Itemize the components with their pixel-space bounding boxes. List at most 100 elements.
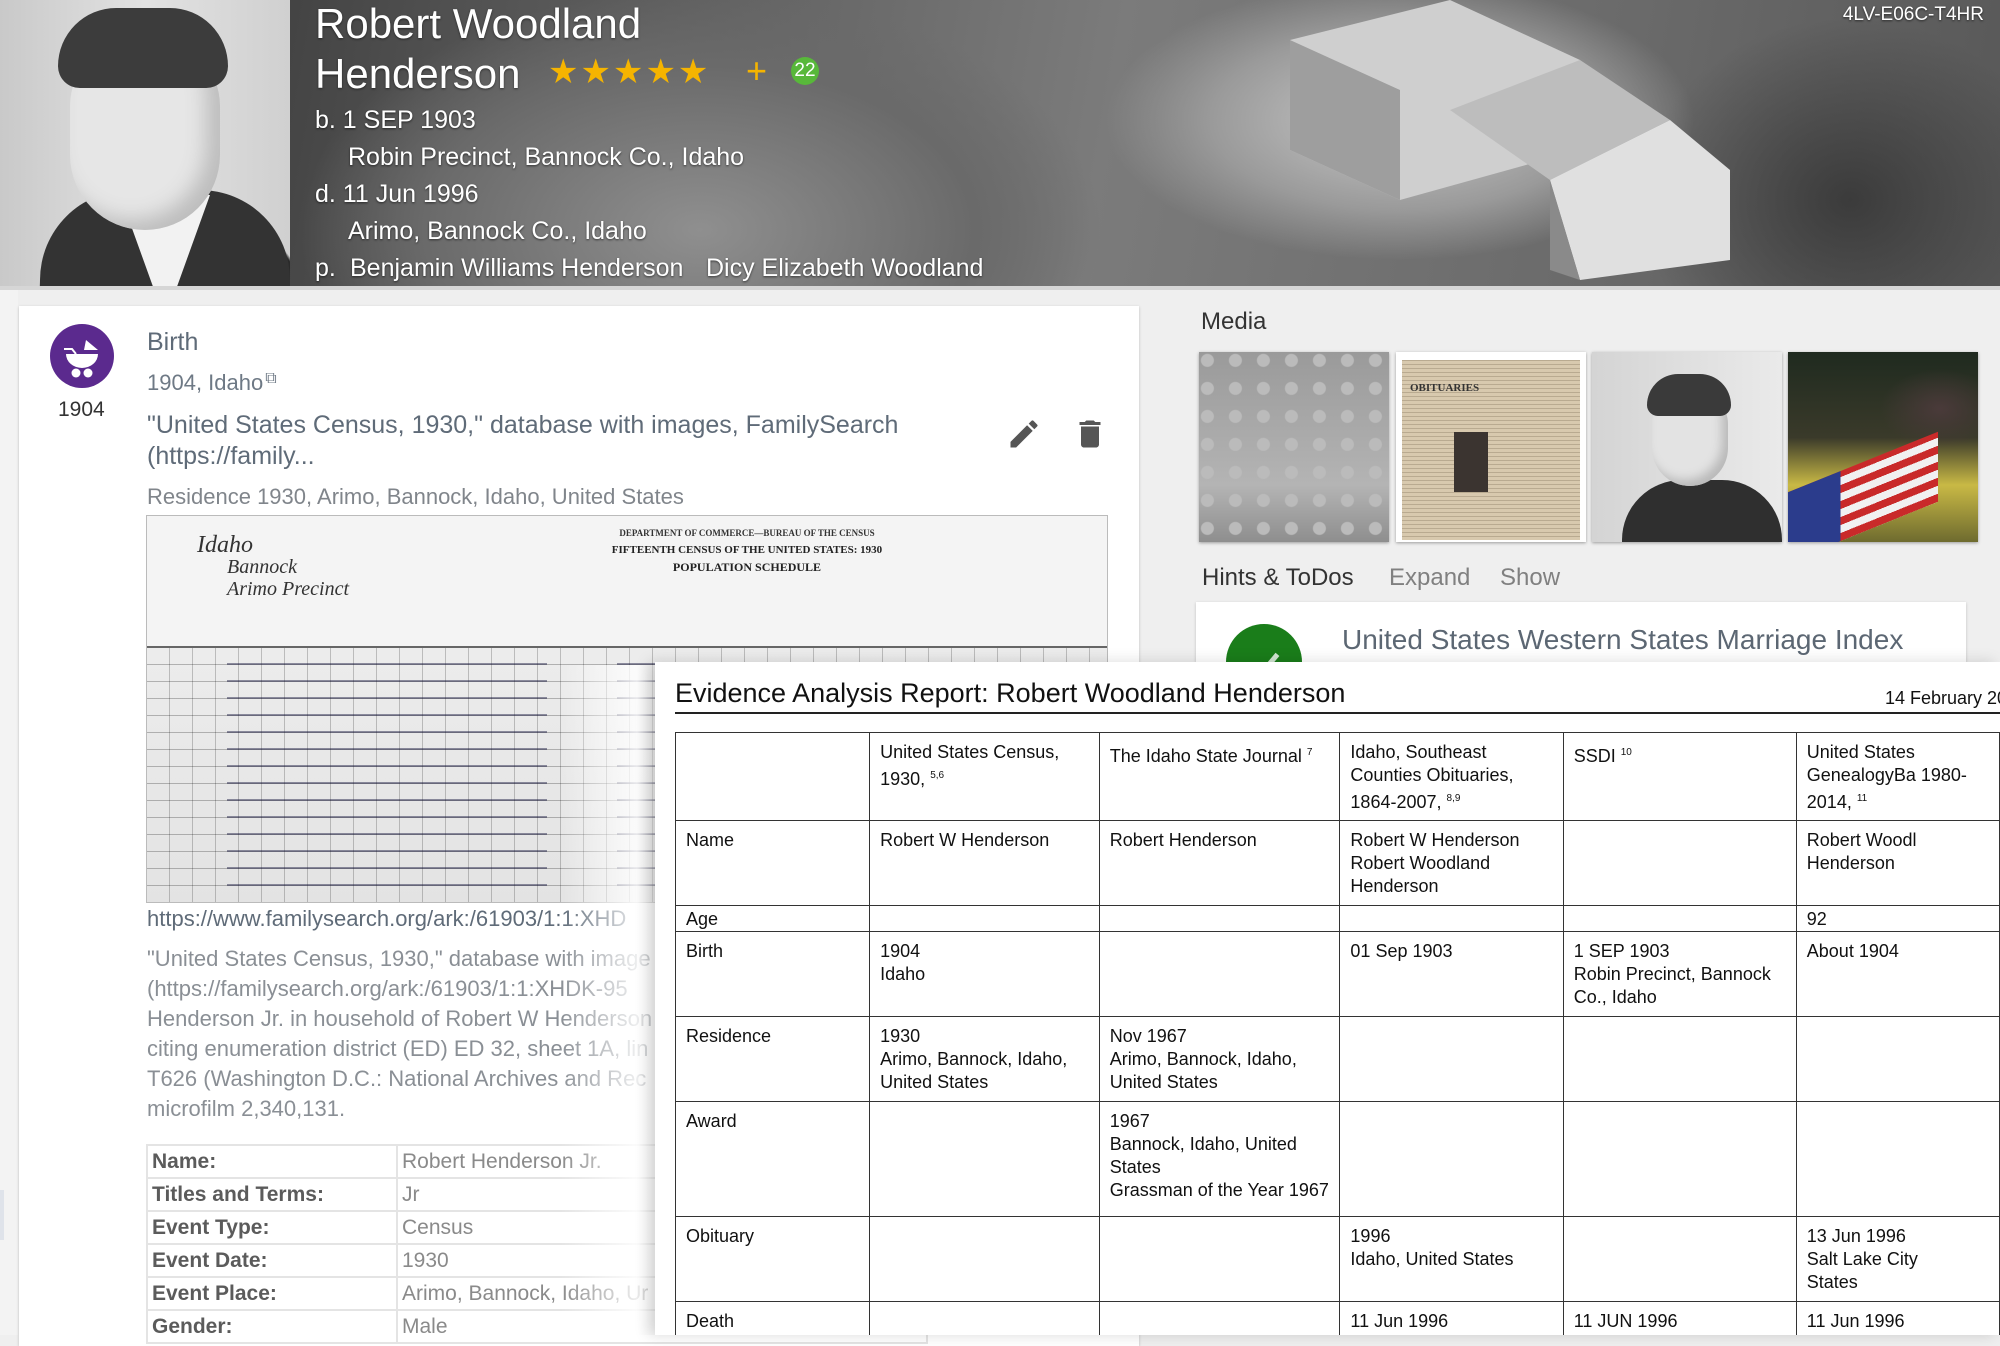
evidence-cell: 11 Jun 1996 bbox=[1795, 1301, 2000, 1335]
evidence-header-row: United States Census, 1930, 5,6 The Idaho… bbox=[674, 732, 2000, 821]
evidence-cell: About 1904 bbox=[1795, 931, 2000, 1017]
evidence-cell bbox=[1098, 1301, 1341, 1335]
evidence-row-label: Obituary bbox=[674, 1216, 871, 1302]
evidence-cell: Robert W Henderson bbox=[869, 820, 1100, 906]
evidence-source-header: The Idaho State Journal 7 bbox=[1098, 732, 1341, 821]
evidence-cell bbox=[1562, 1216, 1797, 1302]
source-line-2[interactable]: (https://family... bbox=[147, 441, 907, 472]
evidence-row-label: Birth bbox=[674, 931, 871, 1017]
person-id: 4LV-E06C-T4HR bbox=[1842, 4, 1984, 25]
evidence-cell bbox=[1562, 1101, 1797, 1217]
census-title: FIFTEENTH CENSUS OF THE UNITED STATES: 1… bbox=[611, 544, 883, 556]
evidence-cell: 1930 Arimo, Bannock, Idaho, United States bbox=[869, 1016, 1100, 1102]
evidence-cell-line: Robert W Henderson bbox=[1350, 830, 1520, 850]
evidence-cell: 01 Sep 1903 bbox=[1339, 931, 1564, 1017]
evidence-cell-line: United States bbox=[1109, 1072, 1218, 1092]
evidence-cell-line: Bannock, Idaho, United bbox=[1109, 1134, 1297, 1154]
star-rating[interactable]: ★★★★★ bbox=[548, 52, 710, 92]
evidence-cell-line: 11 JUN 1996 bbox=[1573, 1311, 1678, 1331]
evidence-cell-line: Idaho bbox=[880, 964, 926, 984]
source-line-1[interactable]: "United States Census, 1930," database w… bbox=[147, 410, 907, 441]
evidence-cell-line: 01 Sep 1903 bbox=[1350, 941, 1453, 961]
delete-button[interactable] bbox=[1072, 416, 1108, 452]
death-place: Arimo, Bannock Co., Idaho bbox=[348, 217, 647, 245]
external-link-icon[interactable]: ⧉ bbox=[265, 370, 276, 387]
evidence-cell: Robert W Henderson Robert Woodland Henders… bbox=[1339, 820, 1564, 906]
father-link[interactable]: Benjamin Williams Henderson bbox=[350, 252, 683, 284]
source-label: SSDI bbox=[1573, 746, 1621, 766]
evidence-row: Birth 1904 Idaho 01 Sep 1903 1 SEP 1903 Robin… bbox=[674, 931, 2000, 1017]
evidence-cell-line: Grassman of the Year 1967 bbox=[1109, 1180, 1329, 1200]
evidence-source-header: SSDI 10 bbox=[1562, 732, 1797, 821]
person-name-last: Henderson bbox=[315, 50, 521, 97]
baby-carriage-icon bbox=[50, 324, 114, 388]
evidence-cell bbox=[1562, 820, 1797, 906]
profile-portrait[interactable] bbox=[0, 0, 290, 286]
media-thumb-funeral[interactable] bbox=[1788, 352, 1978, 542]
obituary-heading: OBITUARIES bbox=[1410, 382, 1480, 394]
evidence-cell-line: Robert Henderson bbox=[1109, 830, 1257, 850]
media-thumb-portrait[interactable] bbox=[1592, 352, 1782, 542]
fact-label: Gender: bbox=[146, 1309, 398, 1344]
evidence-cell-line: Robin Precinct, Bannock bbox=[1573, 964, 1771, 984]
evidence-cell-line: Nov 1967 bbox=[1109, 1026, 1187, 1046]
evidence-cell: 1904 Idaho bbox=[869, 931, 1100, 1017]
evidence-cell-line: About 1904 bbox=[1806, 941, 1899, 961]
evidence-cell-line: 1904 bbox=[880, 941, 921, 961]
evidence-cell-line: 1930 bbox=[880, 1026, 921, 1046]
ark-link[interactable]: https://www.familysearch.org/ark:/61903/… bbox=[147, 906, 626, 932]
media-thumb-family-group[interactable] bbox=[1199, 352, 1389, 542]
evidence-cell-line: States bbox=[1109, 1157, 1161, 1177]
mother-link[interactable]: Dicy Elizabeth Woodland bbox=[706, 252, 983, 284]
census-schedule-title: POPULATION SCHEDULE bbox=[672, 560, 822, 574]
hint-item[interactable]: United States Western States Marriage In… bbox=[1196, 602, 1966, 662]
farm-background-photo bbox=[1290, 0, 1730, 280]
add-rating-button[interactable]: + bbox=[746, 50, 767, 92]
hints-expand-link[interactable]: Expand bbox=[1389, 564, 1470, 592]
census-county: Bannock bbox=[227, 556, 297, 578]
evidence-report: Evidence Analysis Report: Robert Woodlan… bbox=[655, 662, 2000, 1335]
hints-show-link[interactable]: Show bbox=[1500, 564, 1560, 592]
hint-item-title[interactable]: United States Western States Marriage In… bbox=[1342, 624, 1903, 656]
media-thumb-obituary[interactable]: OBITUARIES bbox=[1396, 352, 1586, 542]
evidence-cell-line: 92 bbox=[1806, 909, 1827, 929]
residence-line: Residence 1930, Arimo, Bannock, Idaho, U… bbox=[147, 484, 684, 509]
evidence-cell bbox=[1098, 905, 1341, 932]
evidence-cell: 13 Jun 1996 Salt Lake City States bbox=[1795, 1216, 2000, 1302]
evidence-cell bbox=[869, 905, 1100, 932]
hint-count-badge[interactable]: 22 bbox=[791, 57, 819, 85]
evidence-row: Death 11 Jun 1996 11 JUN 1996 11 Jun 1996 bbox=[674, 1301, 2000, 1335]
source-label: The Idaho State Journal bbox=[1109, 746, 1307, 766]
evidence-cell: 1967 Bannock, Idaho, United States Grassman… bbox=[1098, 1101, 1341, 1217]
evidence-cell-line: 13 Jun 1996 bbox=[1806, 1226, 1906, 1246]
source-footnote: 10 bbox=[1620, 747, 1632, 758]
evidence-cell-line: Henderson bbox=[1350, 876, 1439, 896]
source-label: Idaho, Southeast Counties Obituaries, 18… bbox=[1350, 742, 1514, 812]
evidence-cell bbox=[1339, 1101, 1564, 1217]
source-footnote: 8,9 bbox=[1446, 793, 1461, 804]
hints-heading: Hints & ToDos bbox=[1202, 564, 1354, 591]
source-footnote: 5,6 bbox=[930, 770, 945, 781]
evidence-row-label: Residence bbox=[674, 1016, 871, 1102]
evidence-cell-line: Salt Lake City bbox=[1806, 1249, 1918, 1269]
event-date-place[interactable]: 1904, Idaho ⧉ bbox=[147, 370, 277, 396]
evidence-cell-line: Henderson bbox=[1806, 853, 1895, 873]
event-source[interactable]: "United States Census, 1930," database w… bbox=[147, 410, 907, 472]
evidence-cell-line: Robert W Henderson bbox=[880, 830, 1050, 850]
evidence-row-label: Death bbox=[674, 1301, 871, 1335]
evidence-cell-line: Arimo, Bannock, Idaho, bbox=[880, 1049, 1068, 1069]
event-date-place-text[interactable]: 1904, Idaho bbox=[147, 370, 263, 395]
evidence-cell-line: States bbox=[1806, 1272, 1858, 1292]
evidence-cell-line: Co., Idaho bbox=[1573, 987, 1657, 1007]
evidence-source-header: Idaho, Southeast Counties Obituaries, 18… bbox=[1339, 732, 1564, 821]
report-title: Evidence Analysis Report: Robert Woodlan… bbox=[675, 678, 1346, 708]
parents-prefix: p. bbox=[315, 254, 336, 282]
evidence-row-label: Age bbox=[674, 905, 871, 932]
evidence-cell-line: 11 Jun 1996 bbox=[1806, 1311, 1905, 1331]
person-name-first: Robert Woodland bbox=[315, 0, 642, 47]
trash-icon bbox=[1079, 420, 1101, 448]
evidence-row-label: Name bbox=[674, 820, 871, 906]
source-label: United States Census, 1930, bbox=[880, 742, 1060, 789]
evidence-cell: Robert Henderson bbox=[1098, 820, 1341, 906]
edit-button[interactable] bbox=[1006, 416, 1042, 452]
